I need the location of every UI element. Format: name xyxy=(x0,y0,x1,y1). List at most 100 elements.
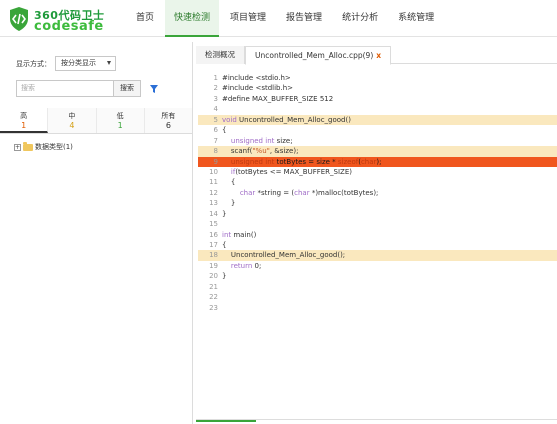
line-text: #include <stdio.h> xyxy=(222,74,291,82)
tab-file-label: Uncontrolled_Mem_Alloc.cpp(9) xyxy=(255,51,374,60)
severity-label: 所有 xyxy=(161,112,176,120)
line-number: 18 xyxy=(209,251,218,260)
expand-toggle-icon[interactable]: + xyxy=(14,143,21,151)
nav-quick-scan[interactable]: 快速检测 xyxy=(165,0,220,37)
code-line[interactable]: 16 int main() xyxy=(198,230,557,240)
severity-tabs: 高 1 中 4 低 1 所有 6 xyxy=(0,108,192,134)
close-icon[interactable]: x xyxy=(376,51,381,60)
severity-tab-medium[interactable]: 中 4 xyxy=(48,108,97,133)
display-mode-row: 显示方式： 按分类显示 xyxy=(16,56,116,71)
line-text: int main() xyxy=(222,230,257,239)
search-button[interactable]: 搜索 xyxy=(114,80,141,97)
tree-node-data-type[interactable]: + 数据类型(1) xyxy=(14,141,73,152)
code-line[interactable]: 13 } xyxy=(198,198,557,208)
line-number: 10 xyxy=(209,167,218,176)
code-line[interactable]: 1 #include <stdio.h> xyxy=(198,73,557,83)
display-mode-select[interactable]: 按分类显示 xyxy=(55,56,116,71)
line-number: 2 xyxy=(213,84,218,93)
line-number: 9 xyxy=(213,157,218,166)
filter-icon[interactable] xyxy=(149,84,159,94)
line-number: 6 xyxy=(213,126,218,135)
code-line[interactable]: 3 #define MAX_BUFFER_SIZE 512 xyxy=(198,94,557,104)
line-text: #include <stdlib.h> xyxy=(222,84,294,93)
search-input[interactable]: 搜索 xyxy=(16,80,114,97)
main-nav: 首页 快速检测 项目管理 报告管理 统计分析 系统管理 xyxy=(127,0,445,37)
defect-sidebar: 显示方式： 按分类显示 搜索 搜索 高 1 中 4 低 1 所有 6 + 数据类… xyxy=(0,42,193,424)
code-line[interactable]: 19 return 0; xyxy=(198,261,557,271)
caret-down-icon xyxy=(107,61,111,65)
line-number: 11 xyxy=(209,178,218,187)
code-line[interactable]: 9 unsigned int totBytes = size * sizeof(… xyxy=(198,156,557,167)
search-row: 搜索 搜索 xyxy=(16,80,159,97)
code-line[interactable]: 17 { xyxy=(198,240,557,250)
editor-tabs: 检测概况 Uncontrolled_Mem_Alloc.cpp(9) x xyxy=(196,46,557,65)
code-line[interactable]: 5 void Uncontrolled_Mem_Alloc_good() xyxy=(198,114,557,126)
code-line[interactable]: 2 #include <stdlib.h> xyxy=(198,83,557,93)
severity-label: 高 xyxy=(20,112,28,120)
tree-node-label: 数据类型(1) xyxy=(35,143,73,151)
line-text: { xyxy=(222,241,227,249)
line-text: } xyxy=(222,272,227,281)
nav-reports[interactable]: 报告管理 xyxy=(277,0,331,37)
severity-count: 1 xyxy=(117,121,123,130)
line-number: 14 xyxy=(209,209,218,218)
code-line[interactable]: 7 unsigned int size; xyxy=(198,136,557,146)
line-text: unsigned int totBytes = size * sizeof(ch… xyxy=(230,157,382,166)
bottom-scroll-bar[interactable] xyxy=(196,419,557,424)
line-number: 8 xyxy=(213,147,218,156)
line-number: 7 xyxy=(213,136,218,145)
line-number: 5 xyxy=(213,115,218,124)
code-line[interactable]: 21 xyxy=(198,282,557,292)
line-text: if(totBytes <= MAX_BUFFER_SIZE) xyxy=(230,167,353,176)
line-text: { xyxy=(222,126,227,135)
code-line[interactable]: 6{ xyxy=(198,125,557,135)
line-text: Uncontrolled_Mem_Alloc_good(); xyxy=(222,251,346,260)
line-number: 22 xyxy=(209,293,218,302)
folder-icon xyxy=(23,141,33,151)
code-line[interactable]: 22 xyxy=(198,292,557,302)
scroll-indicator xyxy=(196,420,256,422)
severity-tab-all[interactable]: 所有 6 xyxy=(144,108,192,133)
line-number: 19 xyxy=(209,261,218,270)
code-line[interactable]: 23 xyxy=(198,303,557,313)
line-text: #define MAX_BUFFER_SIZE 512 xyxy=(222,94,334,103)
severity-count: 1 xyxy=(21,121,27,130)
code-line[interactable]: 20} xyxy=(198,271,557,281)
line-text: return 0; xyxy=(230,261,262,270)
code-line[interactable]: 15 xyxy=(198,219,557,229)
nav-statistics[interactable]: 统计分析 xyxy=(333,0,387,37)
line-number: 15 xyxy=(209,220,218,229)
nav-home[interactable]: 首页 xyxy=(127,0,163,37)
tab-overview[interactable]: 检测概况 xyxy=(196,46,245,64)
code-viewer: 1 #include <stdio.h> 2 #include <stdlib.h> 3… xyxy=(198,73,557,413)
code-line[interactable]: 4 xyxy=(198,104,557,114)
line-text: } xyxy=(222,209,227,218)
code-line[interactable]: 14} xyxy=(198,209,557,219)
logo-text-en: codesafe xyxy=(34,19,104,34)
line-text: unsigned int size; xyxy=(230,136,293,145)
display-mode-value: 按分类显示 xyxy=(61,59,96,67)
line-number: 23 xyxy=(209,303,218,312)
severity-label: 低 xyxy=(116,112,124,120)
line-number: 4 xyxy=(213,105,218,114)
line-number: 20 xyxy=(209,272,218,281)
nav-projects[interactable]: 项目管理 xyxy=(221,0,275,37)
tab-source-file[interactable]: Uncontrolled_Mem_Alloc.cpp(9) x xyxy=(245,46,392,65)
code-line[interactable]: 8 scanf("%u", &size); xyxy=(198,146,557,157)
line-text: char *string = (char *)malloc(totBytes); xyxy=(239,188,379,197)
nav-system[interactable]: 系统管理 xyxy=(389,0,443,37)
code-line[interactable]: 18 Uncontrolled_Mem_Alloc_good(); xyxy=(198,250,557,261)
line-number: 13 xyxy=(209,199,218,208)
code-line[interactable]: 11 { xyxy=(198,177,557,187)
line-number: 3 xyxy=(213,94,218,103)
severity-tab-high[interactable]: 高 1 xyxy=(0,108,49,133)
display-mode-label: 显示方式： xyxy=(16,59,51,68)
line-number: 21 xyxy=(209,282,218,291)
severity-tab-low[interactable]: 低 1 xyxy=(96,108,145,133)
line-text: scanf("%u", &size); xyxy=(222,147,299,156)
code-line[interactable]: 12 char *string = (char *)malloc(totByte… xyxy=(198,188,557,198)
code-line[interactable]: 10 if(totBytes <= MAX_BUFFER_SIZE) xyxy=(198,167,557,177)
line-text: } xyxy=(222,199,236,208)
severity-label: 中 xyxy=(68,112,76,120)
line-text: void Uncontrolled_Mem_Alloc_good() xyxy=(222,115,351,124)
